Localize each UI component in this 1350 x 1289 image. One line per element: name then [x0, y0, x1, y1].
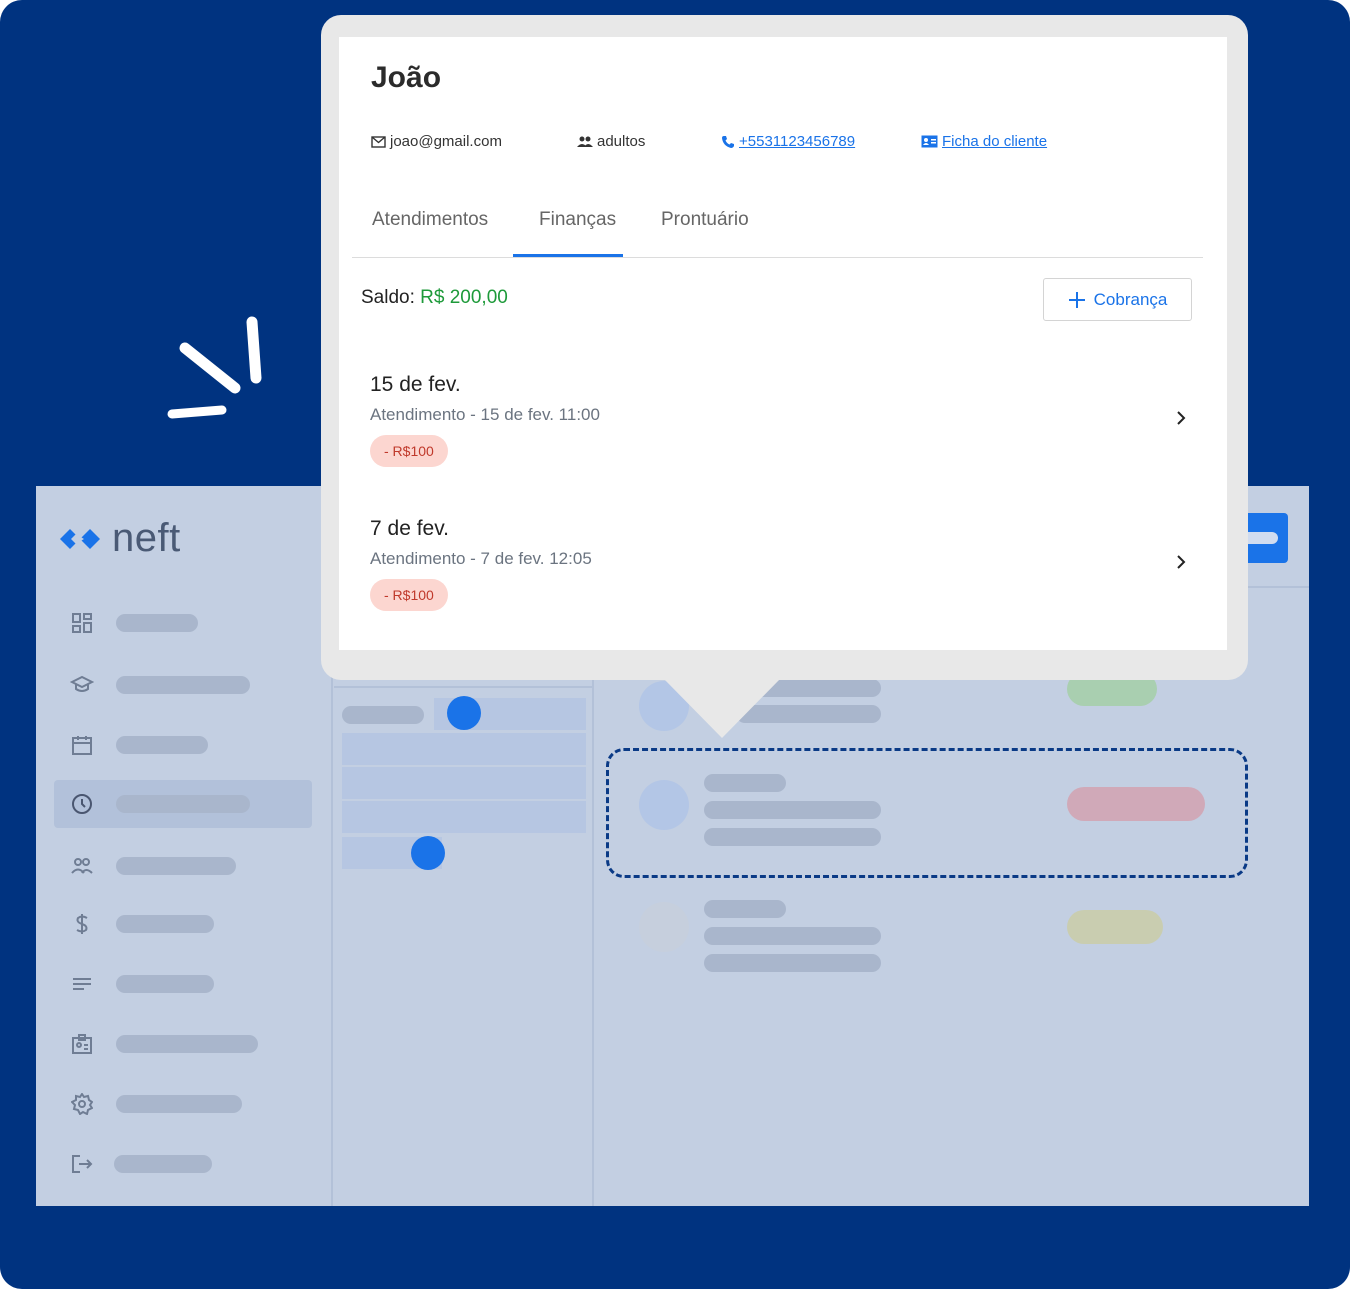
- sidebar-item-placeholder: [116, 857, 236, 875]
- sidebar-item-finance[interactable]: [54, 900, 312, 948]
- client-email: joao@gmail.com: [371, 133, 502, 150]
- mail-icon: [371, 135, 386, 148]
- entry-amount-badge: - R$100: [370, 579, 448, 611]
- entry-date: 7 de fev.: [370, 517, 449, 540]
- sidebar-item-placeholder: [116, 736, 208, 754]
- event-dot[interactable]: [411, 836, 445, 870]
- tab-financas[interactable]: Finanças: [539, 209, 616, 231]
- client-phone-link[interactable]: +5531123456789: [721, 133, 855, 150]
- highlight-selection: [606, 748, 1248, 878]
- balance: Saldo: R$ 200,00: [361, 287, 508, 308]
- client-name: João: [371, 61, 442, 94]
- graduation-cap-icon: [68, 671, 96, 699]
- sidebar-item-placeholder: [114, 1155, 212, 1173]
- phone-icon: [722, 135, 734, 148]
- balance-value: R$ 200,00: [420, 287, 508, 308]
- popover-pointer: [663, 678, 781, 738]
- entry-description: Atendimento - 15 de fev. 11:00: [370, 405, 600, 424]
- sidebar-item-dashboard[interactable]: [54, 599, 312, 647]
- sidebar-item-placeholder: [116, 795, 250, 813]
- placeholder-bar: [704, 900, 786, 918]
- plus-icon: [1068, 291, 1085, 308]
- app-sidebar: neft: [36, 486, 333, 1206]
- tab-atendimentos[interactable]: Atendimentos: [372, 209, 488, 231]
- sidebar-item-notes[interactable]: [54, 960, 312, 1008]
- sparkle-doodle-icon: [167, 316, 262, 419]
- placeholder-bar: [704, 954, 881, 972]
- client-tabs: Atendimentos Finanças Prontuário: [352, 197, 1203, 258]
- finance-entry[interactable]: 15 de fev. Atendimento - 15 de fev. 11:0…: [370, 373, 1190, 483]
- brand-name: neft: [112, 516, 181, 560]
- calendar-slot[interactable]: [342, 801, 586, 833]
- tab-prontuario[interactable]: Prontuário: [661, 209, 749, 231]
- sidebar-item-placeholder: [116, 1035, 258, 1053]
- sidebar-item-placeholder: [116, 915, 214, 933]
- dollar-icon: [68, 910, 96, 938]
- entry-amount-badge: - R$100: [370, 435, 448, 467]
- entry-description: Atendimento - 7 de fev. 12:05: [370, 549, 592, 568]
- chevron-right-icon[interactable]: [1174, 555, 1188, 569]
- neft-logo-icon: [60, 528, 100, 549]
- sidebar-item-settings[interactable]: [54, 1080, 312, 1128]
- add-charge-button[interactable]: Cobrança: [1043, 278, 1192, 321]
- group-icon: [577, 136, 593, 147]
- placeholder-bar: [342, 706, 424, 724]
- gear-icon: [68, 1090, 96, 1118]
- promo-frame: neft João joao@gmail.com adultos +553112…: [0, 0, 1350, 1289]
- event-dot[interactable]: [447, 696, 481, 730]
- active-tab-indicator: [513, 254, 623, 257]
- id-badge-icon: [68, 1030, 96, 1058]
- status-badge: [1067, 910, 1163, 944]
- avatar: [639, 902, 689, 952]
- brand-logo: neft: [58, 516, 181, 561]
- placeholder-bar: [704, 927, 881, 945]
- calendar-slot[interactable]: [342, 767, 586, 799]
- entry-date: 15 de fev.: [370, 373, 461, 396]
- sidebar-item-records[interactable]: [54, 1020, 312, 1068]
- calendar-slot[interactable]: [342, 733, 586, 765]
- sidebar-item-placeholder: [116, 614, 198, 632]
- client-group: adultos: [577, 133, 645, 150]
- logout-icon: [68, 1150, 96, 1178]
- users-icon: [68, 852, 96, 880]
- sidebar-item-clients[interactable]: [54, 842, 312, 890]
- id-card-icon: [921, 135, 938, 148]
- sidebar-item-placeholder: [116, 975, 214, 993]
- sidebar-item-history[interactable]: [54, 780, 312, 828]
- finance-entry[interactable]: 7 de fev. Atendimento - 7 de fev. 12:05 …: [370, 517, 1190, 627]
- dashboard-icon: [68, 609, 96, 637]
- sidebar-item-courses[interactable]: [54, 661, 312, 709]
- sidebar-item-logout[interactable]: [54, 1140, 312, 1188]
- chevron-right-icon[interactable]: [1174, 411, 1188, 425]
- client-card: João joao@gmail.com adultos +55311234567…: [339, 37, 1227, 650]
- client-profile-link[interactable]: Ficha do cliente: [921, 133, 1047, 150]
- sidebar-item-placeholder: [116, 1095, 242, 1113]
- clock-icon: [68, 790, 96, 818]
- sidebar-item-placeholder: [116, 676, 250, 694]
- calendar-icon: [68, 731, 96, 759]
- sidebar-item-calendar[interactable]: [54, 721, 312, 769]
- notes-icon: [68, 970, 96, 998]
